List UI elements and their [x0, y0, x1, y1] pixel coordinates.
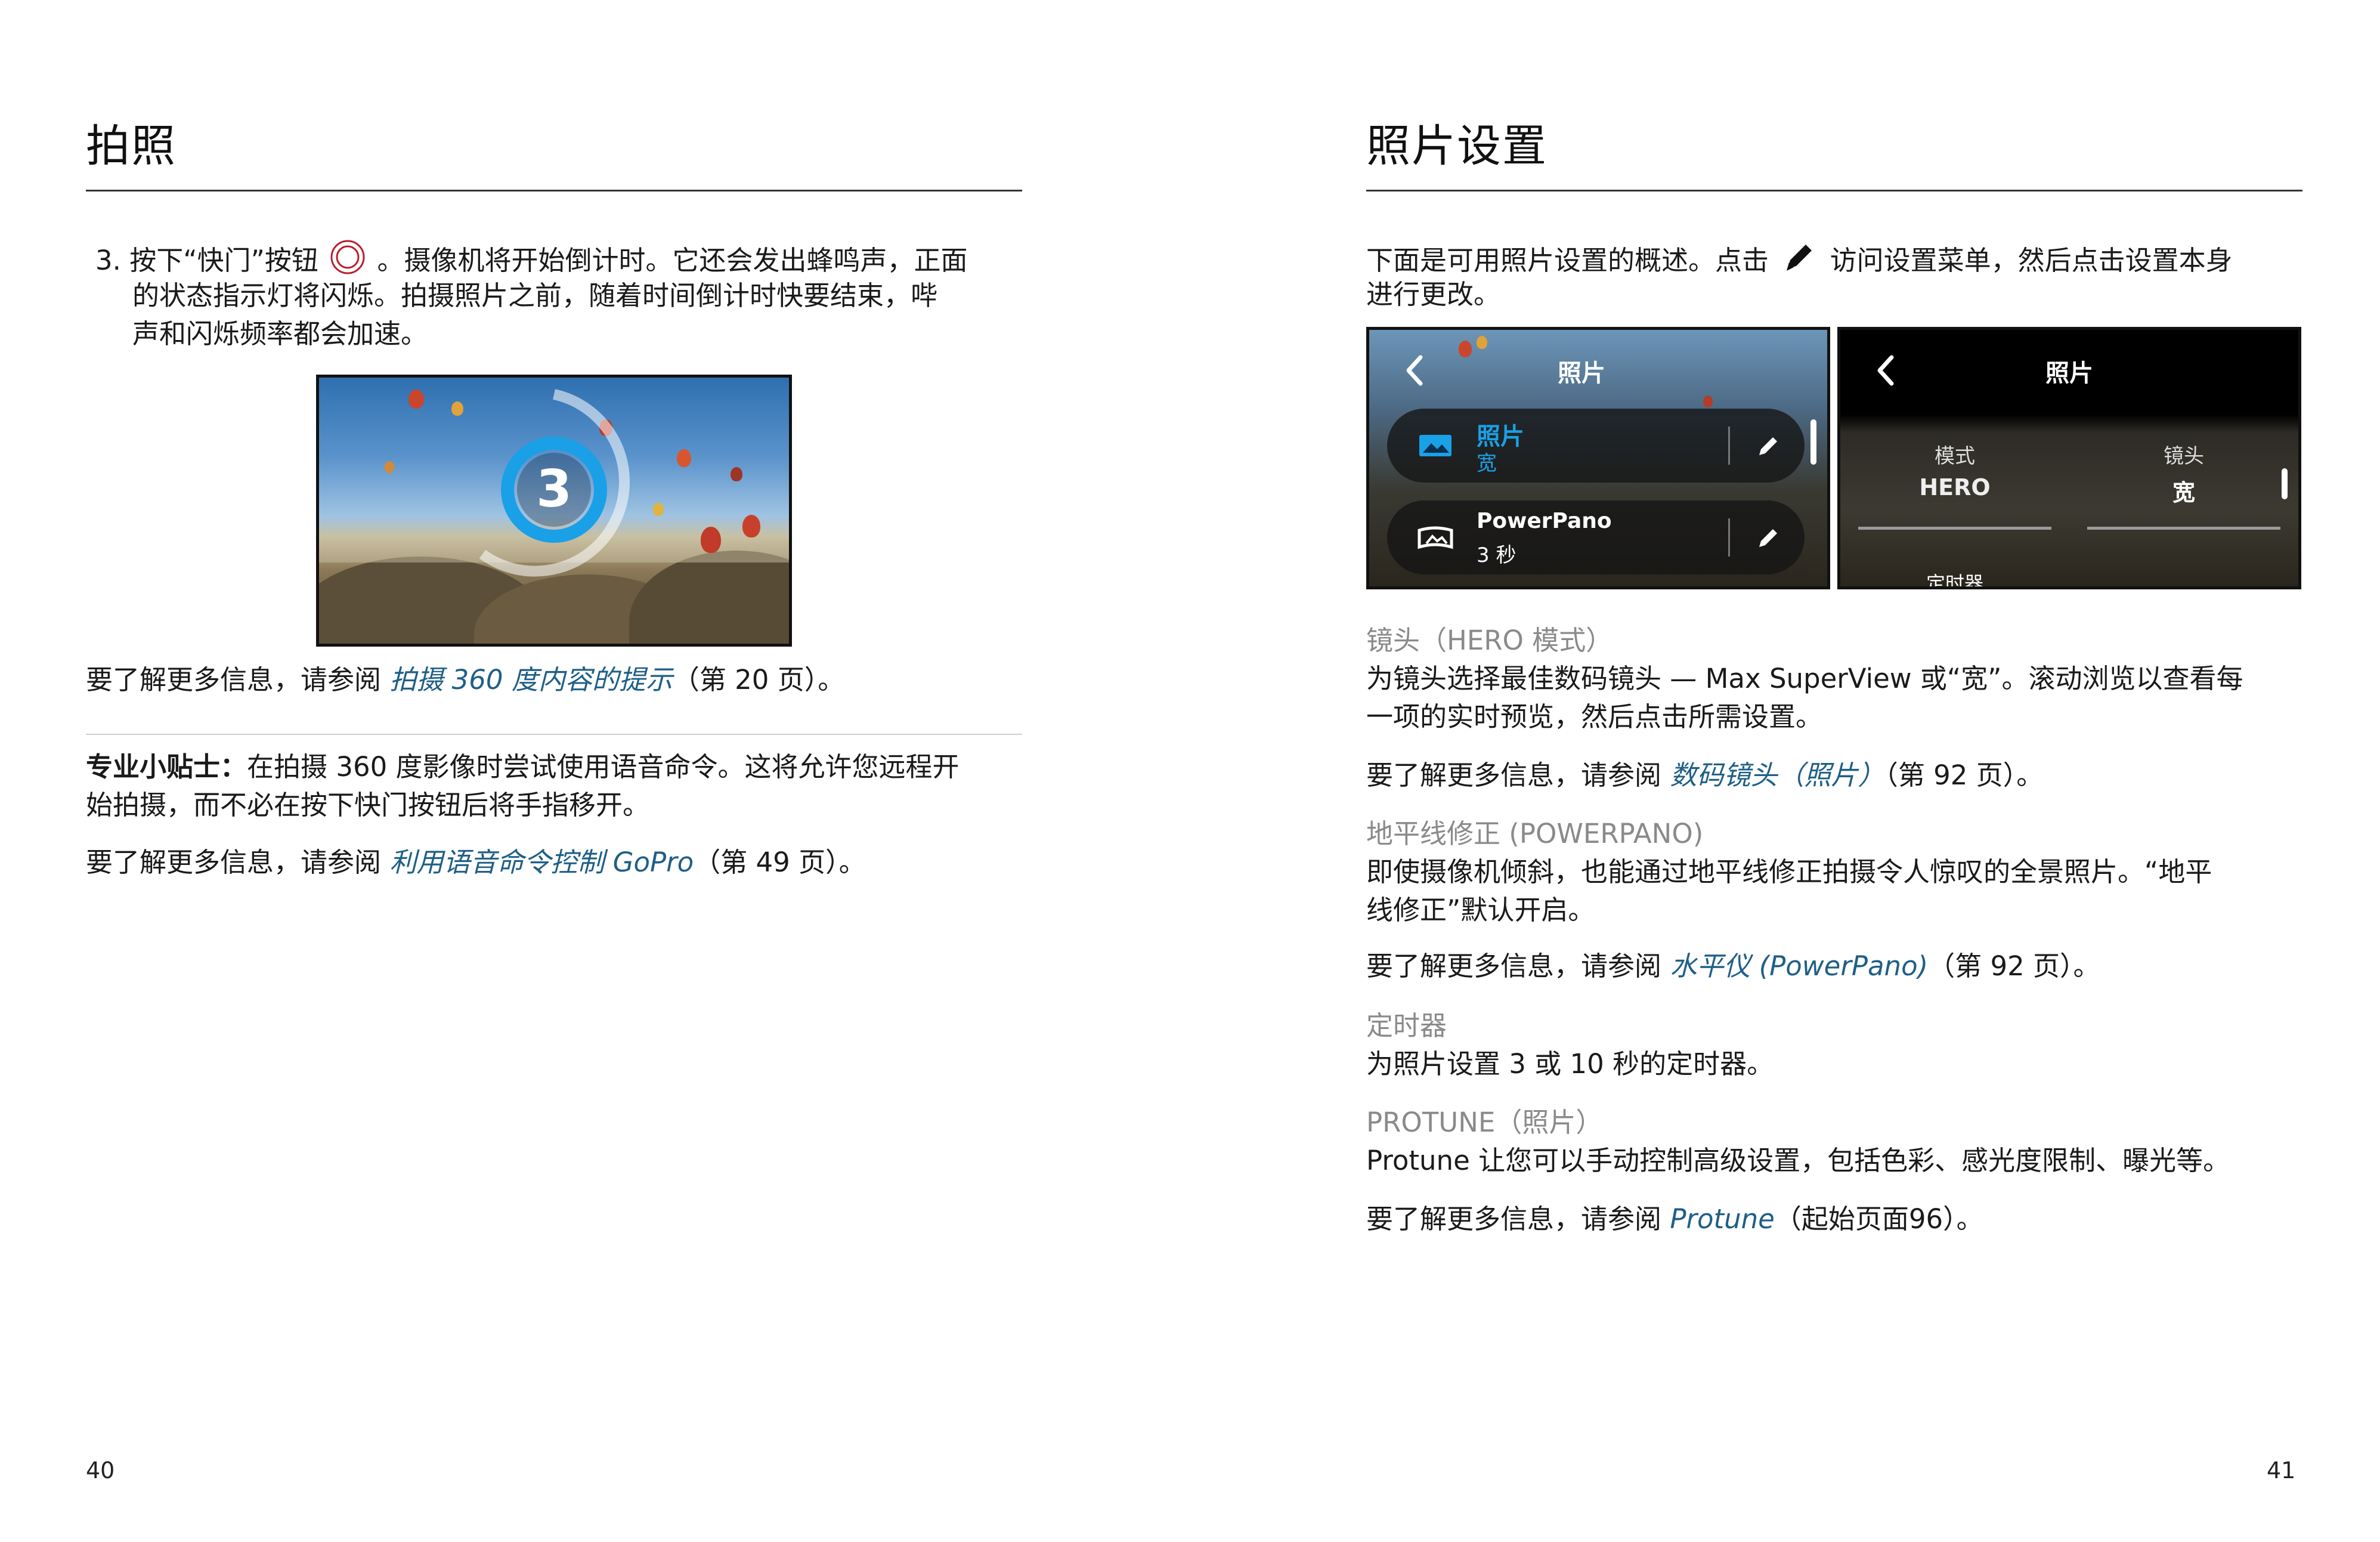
intro-line-2: 进行更改。: [1366, 279, 1501, 310]
timer-label-cut: 定时器: [1926, 572, 1983, 589]
tip-divider: [86, 734, 1022, 735]
lens-settings-panel: 照片 模式 HERO 镜头 宽 定时器: [1837, 327, 2301, 589]
countdown-screenshot: 3: [316, 375, 792, 647]
link-voice-control[interactable]: 利用语音命令控制 GoPro: [389, 846, 694, 878]
more-info-voice: 要了解更多信息，请参阅 利用语音命令控制 GoPro（第 49 页）。: [86, 846, 866, 878]
step-number: 3.: [95, 245, 121, 276]
timer-heading: 定时器: [1366, 1010, 1447, 1042]
panel-title: 照片: [2045, 360, 2093, 387]
protune-line-1: Protune 让您可以手动控制高级设置，包括色彩、感光度限制、曝光等。: [1366, 1145, 2230, 1176]
panorama-icon: [1418, 526, 1453, 549]
setting-row-photo[interactable]: 照片 宽: [1387, 409, 1805, 483]
title-rule: [1366, 190, 2302, 191]
mode-label: 模式: [1935, 444, 1975, 468]
setting-label: PowerPano: [1477, 509, 1612, 533]
page-number: 41: [2267, 1457, 2296, 1484]
photo-settings-panel: 照片 照片 宽 PowerPano 3 秒: [1366, 327, 1830, 589]
left-page: 拍照 3. 按下“快门”按钮 。摄像机将开始倒计时。它还会发出蜂鸣声，正面 的状…: [0, 0, 1190, 1542]
lens-value[interactable]: 宽: [2069, 474, 2298, 507]
link-digital-lens[interactable]: 数码镜头（照片）: [1670, 759, 1884, 791]
page-number: 40: [86, 1457, 115, 1484]
lens-line-2: 一项的实时预览，然后点击所需设置。: [1366, 701, 1823, 733]
setting-value: 宽: [1477, 452, 1497, 475]
step-text-b: 。摄像机将开始倒计时。它还会发出蜂鸣声，正面: [377, 245, 968, 276]
pro-tip-line-1: 专业小贴士：在拍摄 360 度影像时尝试使用语音命令。这将允许您远程开: [86, 751, 960, 783]
horizon-line-2: 线修正”默认开启。: [1366, 894, 1595, 926]
edit-icon[interactable]: [1753, 431, 1783, 461]
protune-heading: PROTUNE（照片）: [1366, 1107, 1603, 1138]
edit-icon[interactable]: [1753, 523, 1783, 553]
setting-value: 3 秒: [1477, 543, 1516, 567]
page-title: 拍照: [86, 120, 177, 172]
lens-more-info: 要了解更多信息，请参阅 数码镜头（照片）（第 92 页）。: [1366, 759, 2044, 791]
lens-label: 镜头: [2164, 444, 2204, 468]
link-360-tips[interactable]: 拍摄 360 度内容的提示: [389, 664, 673, 696]
scrollbar[interactable]: [2282, 468, 2288, 499]
landscape-photo-icon: [1419, 435, 1451, 456]
lens-line-1: 为镜头选择最佳数码镜头 — Max SuperView 或“宽”。滚动浏览以查看…: [1366, 663, 2243, 694]
step-text-a: 按下“快门”按钮: [129, 245, 318, 276]
link-protune[interactable]: Protune: [1670, 1203, 1775, 1235]
timer-line-1: 为照片设置 3 或 10 秒的定时器。: [1366, 1048, 1774, 1080]
link-level-powerpano[interactable]: 水平仪 (PowerPano): [1670, 950, 1928, 982]
more-info-360: 要了解更多信息，请参阅 拍摄 360 度内容的提示（第 20 页）。: [86, 664, 845, 696]
panel-title: 照片: [1558, 360, 1605, 387]
protune-more-info: 要了解更多信息，请参阅 Protune（起始页面96）。: [1366, 1203, 1983, 1235]
lens-heading: 镜头（HERO 模式）: [1366, 625, 1613, 656]
scrollbar[interactable]: [1810, 419, 1816, 465]
pro-tip-line-2: 始拍摄，而不必在按下快门按钮后将手指移开。: [86, 789, 650, 821]
horizon-more-info: 要了解更多信息，请参阅 水平仪 (PowerPano)（第 92 页）。: [1366, 950, 2100, 982]
right-page: 照片设置 下面是可用照片设置的概述。点击 访问设置菜单，然后点击设置本身 进行更…: [1190, 0, 2380, 1542]
mode-value[interactable]: HERO: [1840, 474, 2069, 500]
horizon-heading: 地平线修正 (POWERPANO): [1366, 818, 1704, 849]
pro-tip-label: 专业小贴士：: [86, 751, 247, 783]
step-line-3: 声和闪烁频率都会加速。: [132, 318, 428, 350]
title-rule: [86, 190, 1022, 191]
step-line-2: 的状态指示灯将闪烁。拍摄照片之前，随着时间倒计时快要结束，哔: [132, 280, 938, 311]
countdown-number: 3: [536, 459, 572, 519]
page-title: 照片设置: [1366, 120, 1548, 172]
horizon-line-1: 即使摄像机倾斜，也能通过地平线修正拍摄令人惊叹的全景照片。“地平: [1366, 856, 2212, 888]
setting-row-powerpano[interactable]: PowerPano 3 秒: [1387, 500, 1805, 574]
